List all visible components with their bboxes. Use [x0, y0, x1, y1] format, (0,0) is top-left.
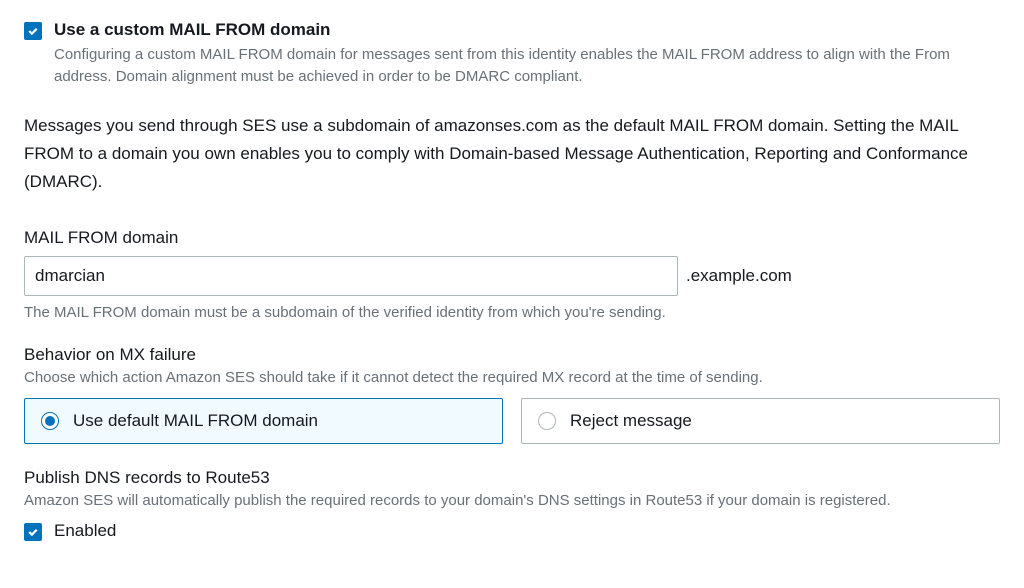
- mail-from-domain-input[interactable]: [24, 256, 678, 296]
- route53-enabled-checkbox[interactable]: [24, 523, 42, 541]
- explain-text: Messages you send through SES use a subd…: [24, 112, 1000, 196]
- mail-from-domain-label: MAIL FROM domain: [24, 228, 1000, 248]
- custom-mail-from-row: Use a custom MAIL FROM domain Configurin…: [24, 20, 1000, 88]
- check-icon: [27, 526, 39, 538]
- route53-label: Publish DNS records to Route53: [24, 468, 1000, 488]
- custom-mail-from-checkbox[interactable]: [24, 22, 42, 40]
- mail-from-domain-row: .example.com: [24, 256, 1000, 296]
- mx-behavior-group: Behavior on MX failure Choose which acti…: [24, 345, 1000, 444]
- route53-group: Publish DNS records to Route53 Amazon SE…: [24, 468, 1000, 541]
- custom-mail-from-content: Use a custom MAIL FROM domain Configurin…: [54, 20, 1000, 88]
- mail-from-domain-hint: The MAIL FROM domain must be a subdomain…: [24, 304, 1000, 321]
- mail-from-domain-group: MAIL FROM domain .example.com The MAIL F…: [24, 228, 1000, 321]
- check-icon: [27, 25, 39, 37]
- custom-mail-from-desc: Configuring a custom MAIL FROM domain fo…: [54, 44, 1000, 88]
- radio-icon: [538, 412, 556, 430]
- custom-mail-from-label: Use a custom MAIL FROM domain: [54, 20, 1000, 40]
- mx-option-reject-label: Reject message: [570, 411, 692, 431]
- mx-option-default[interactable]: Use default MAIL FROM domain: [24, 398, 503, 444]
- mx-behavior-desc: Choose which action Amazon SES should ta…: [24, 369, 1000, 386]
- route53-checkbox-row: Enabled: [24, 521, 1000, 541]
- mx-option-reject[interactable]: Reject message: [521, 398, 1000, 444]
- route53-enabled-label: Enabled: [54, 521, 116, 541]
- mx-behavior-label: Behavior on MX failure: [24, 345, 1000, 365]
- route53-desc: Amazon SES will automatically publish th…: [24, 492, 1000, 509]
- mx-option-default-label: Use default MAIL FROM domain: [73, 411, 318, 431]
- radio-icon: [41, 412, 59, 430]
- mx-behavior-options: Use default MAIL FROM domain Reject mess…: [24, 398, 1000, 444]
- mail-from-domain-suffix: .example.com: [686, 266, 792, 286]
